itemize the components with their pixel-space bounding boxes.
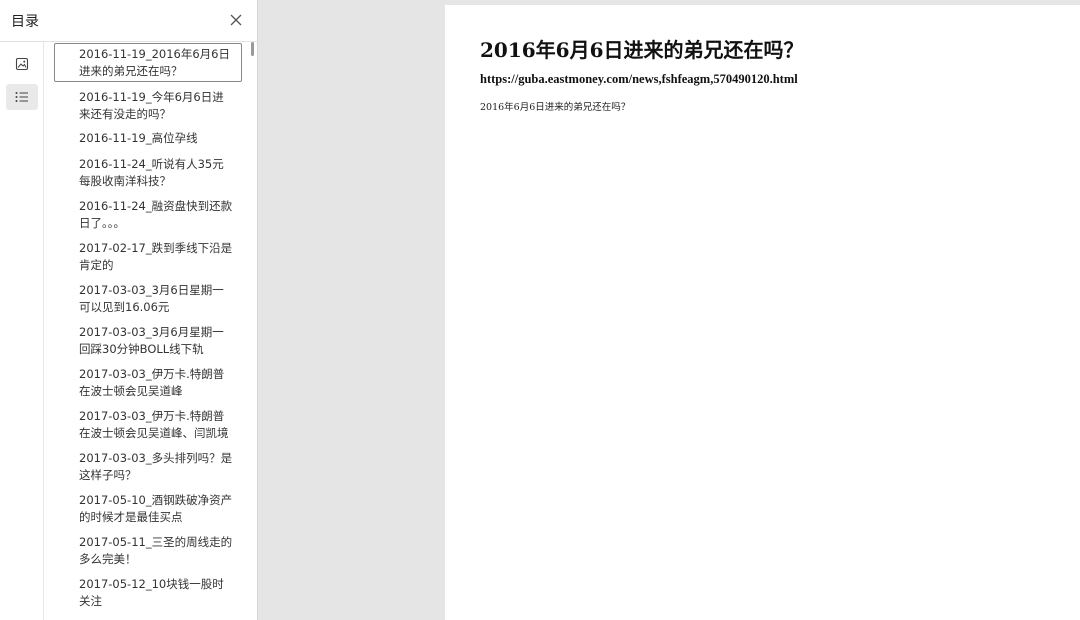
toc-item[interactable]: 2017-03-03_多头排列吗？是这样子吗？ [54,447,242,486]
toc-item[interactable]: 2017-02-17_跌到季线下沿是肯定的 [54,237,242,276]
document-title: 2016年6月6日进来的弟兄还在吗？ [480,38,804,62]
list-outline-icon [15,88,29,107]
toc-item[interactable]: 2017-03-03_伊万卡.特朗普在波士顿会见吴道峰、闫凯境 [54,405,242,444]
thumbnail-view-button[interactable] [6,52,38,78]
sidebar-header: 目录 [0,0,257,42]
scrollbar-thumb[interactable] [251,42,254,56]
toc-item[interactable]: 2016-11-24_听说有人35元每股收南洋科技？ [54,153,242,192]
outline-sidebar: 目录 2016-11-19_2016年6月6日进来的弟兄还在吗？ 2016-11… [0,0,258,620]
toc-item[interactable]: 2016-11-19_高位孕线 [54,127,242,150]
toc-item[interactable]: 2017-03-03_3月6月星期一回踩30分钟BOLL线下轨 [54,321,242,360]
toc-item[interactable]: 2017-05-10_酒钢跌破净资产的时候才是最佳买点 [54,489,242,528]
table-of-contents: 2016-11-19_2016年6月6日进来的弟兄还在吗？ 2016-11-19… [44,42,250,620]
toc-item[interactable]: 2016-11-24_融资盘快到还款日了。。。 [54,195,242,234]
toc-item[interactable]: 2017-05-11_三圣的周线走的多么完美！ [54,531,242,570]
document-body-text: 2016年6月6日进来的弟兄还在吗？ [480,102,631,113]
toc-item[interactable]: 2016-11-19_2016年6月6日进来的弟兄还在吗？ [54,43,242,82]
document-url: https://guba.eastmoney.com/news,fshfeagm… [480,72,798,86]
outline-view-button[interactable] [6,84,38,110]
document-page: 2016年6月6日进来的弟兄还在吗？ https://guba.eastmone… [445,5,1080,620]
toc-item[interactable]: 2017-05-12_10块钱一股时关注 [54,573,242,612]
sidebar-rail [0,42,44,620]
close-icon[interactable] [228,12,244,28]
sidebar-title: 目录 [11,14,39,30]
toc-item[interactable]: 2016-11-19_今年6月6日进来还有没走的吗？ [54,86,242,125]
image-thumbnail-icon [15,56,29,75]
toc-item[interactable]: 2017-03-03_伊万卡.特朗普在波士顿会见吴道峰 [54,363,242,402]
toc-item[interactable]: 2017-03-03_3月6日星期一可以见到16.06元 [54,279,242,318]
